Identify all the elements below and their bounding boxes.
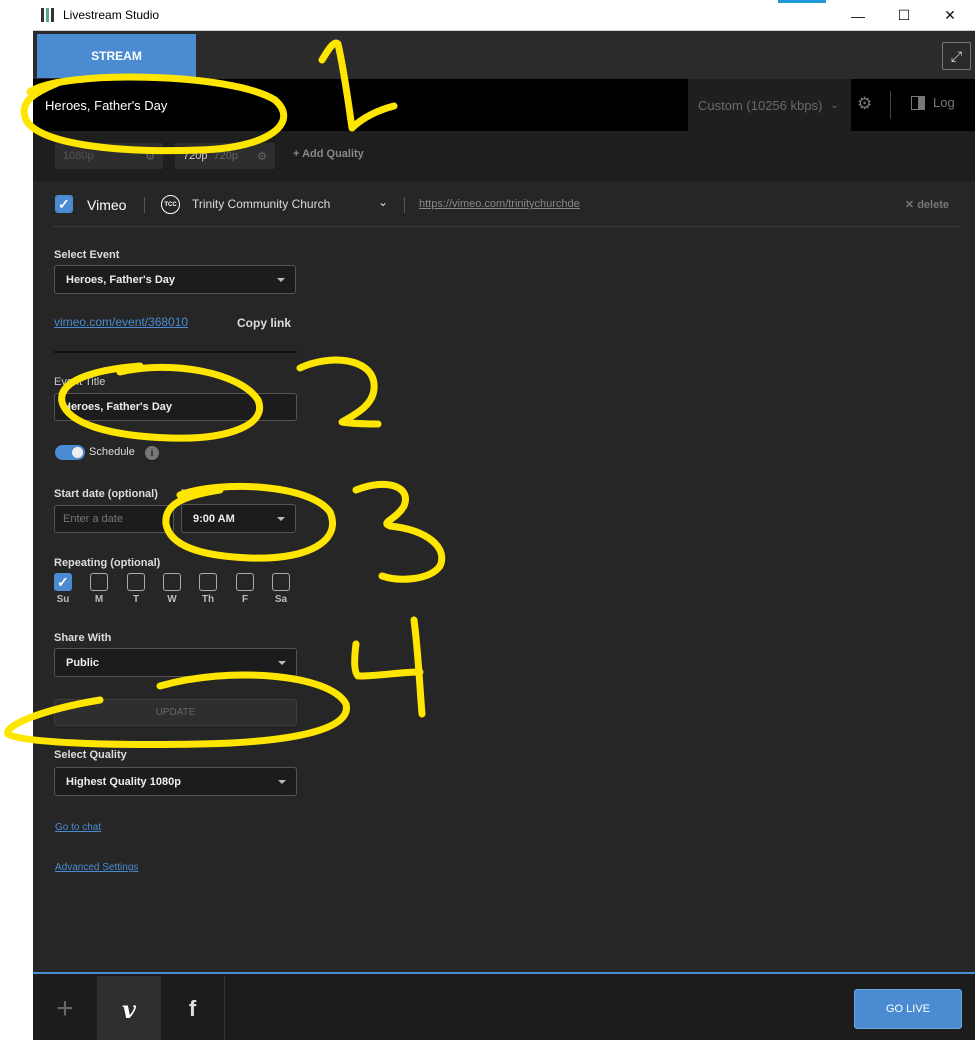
platform-label: Vimeo [87,197,127,213]
channel-logo: TCC [161,195,180,214]
vimeo-enabled-checkbox[interactable] [55,195,73,213]
repeating-label: Repeating (optional) [54,557,161,569]
day-label: Su [56,594,70,605]
caret-down-icon [278,661,286,665]
time-label: Time [181,488,206,500]
event-link[interactable]: vimeo.com/event/368010 [54,315,188,329]
tab-strip: STREAM ⤢ [33,31,975,79]
divider [144,197,145,213]
chevron-down-icon: ⌄ [830,99,839,111]
divider [890,91,891,119]
panel-icon [911,95,925,110]
select-quality-value: Highest Quality 1080p [66,775,181,788]
chip-label: 720p [183,150,208,162]
share-with-dropdown[interactable]: Public [54,648,297,677]
selected-event: Heroes, Father's Day [66,273,175,286]
delete-button[interactable]: ✕ delete [905,198,949,211]
day-label: F [241,594,249,605]
destinations-bar: + v f GO LIVE [33,972,975,1040]
facebook-icon[interactable]: f [161,976,225,1040]
chip-label: 1080p [63,150,94,162]
start-date-label: Start date (optional) [54,488,158,500]
minimize-button[interactable]: — [835,0,881,31]
screenshot-root: Livestream Studio — ☐ ✕ STREAM ⤢ Custom … [0,0,975,1040]
day-checkbox-w[interactable] [163,573,181,591]
add-quality-button[interactable]: + Add Quality [293,148,364,160]
channel-url-link[interactable]: https://vimeo.com/trinitychurchde [419,198,580,210]
titlebar-accent [778,0,826,3]
quality-chip-720p[interactable]: 720p 720p ⚙ [175,143,275,169]
day-checkbox-th[interactable] [199,573,217,591]
gear-icon[interactable]: ⚙ [257,150,267,163]
add-destination-icon[interactable]: + [33,976,97,1040]
day-checkbox-su[interactable] [54,573,72,591]
advanced-settings-link[interactable]: Advanced Settings [55,862,138,873]
select-quality-dropdown[interactable]: Highest Quality 1080p [54,767,297,796]
livestream-app-icon [41,8,55,22]
gear-icon[interactable]: ⚙ [145,150,155,163]
info-icon[interactable]: i [145,446,159,460]
maximize-button[interactable]: ☐ [881,0,927,31]
close-button[interactable]: ✕ [927,0,973,31]
stream-title-input[interactable] [45,93,605,117]
select-event-label: Select Event [54,249,120,261]
day-label: Th [201,594,215,605]
day-checkbox-f[interactable] [236,573,254,591]
channel-name[interactable]: Trinity Community Church [192,197,330,211]
quality-chips-row: 1080p ⚙ 720p 720p ⚙ + Add Quality [33,131,975,181]
time-dropdown[interactable]: 9:00 AM [181,504,296,533]
stream-quality-select[interactable]: Custom (10256 kbps) ⌄ [688,79,851,131]
vimeo-account-row: Vimeo TCC Trinity Community Church ⌄ htt… [53,193,961,227]
quality-chip-1080p[interactable]: 1080p ⚙ [55,143,163,169]
chip-sublabel: 720p [213,150,238,162]
schedule-label: Schedule [89,446,135,458]
vimeo-icon[interactable]: v [97,976,161,1040]
share-with-value: Public [66,656,100,669]
log-label: Log [933,95,955,110]
divider [404,197,405,213]
stream-quality-label: Custom (10256 kbps) [698,97,823,113]
event-title-label: Event Title [54,376,106,388]
window-title: Livestream Studio [63,8,160,22]
gear-icon[interactable]: ⚙ [857,94,872,114]
day-label: Sa [274,594,288,605]
expand-icon[interactable]: ⤢ [942,42,971,70]
select-quality-label: Select Quality [54,749,127,761]
caret-down-icon [278,780,286,784]
stream-tab[interactable]: STREAM [37,34,196,78]
stream-title-row: Custom (10256 kbps) ⌄ ⚙ Log [33,79,975,131]
day-label: M [94,594,104,605]
day-checkbox-m[interactable] [90,573,108,591]
select-event-dropdown[interactable]: Heroes, Father's Day [54,265,296,294]
day-checkbox-t[interactable] [127,573,145,591]
divider [54,351,297,353]
update-button[interactable]: UPDATE [54,699,297,726]
caret-down-icon [277,278,285,282]
window-titlebar: Livestream Studio — ☐ ✕ [33,0,975,31]
app-body: STREAM ⤢ Custom (10256 kbps) ⌄ ⚙ Log 108… [33,31,975,1040]
go-to-chat-link[interactable]: Go to chat [55,822,101,833]
schedule-toggle[interactable] [55,445,85,460]
share-with-label: Share With [54,632,112,644]
start-date-input[interactable]: Enter a date [54,505,174,533]
log-button[interactable]: Log [911,95,955,110]
caret-down-icon [277,517,285,521]
copy-link-button[interactable]: Copy link [237,316,291,330]
go-live-button[interactable]: GO LIVE [854,989,962,1029]
day-checkbox-sa[interactable] [272,573,290,591]
event-title-input[interactable]: Heroes, Father's Day [54,393,297,421]
chevron-down-icon[interactable]: ⌄ [378,195,388,209]
time-value: 9:00 AM [193,512,235,525]
day-label: W [167,594,177,605]
day-label: T [132,594,140,605]
